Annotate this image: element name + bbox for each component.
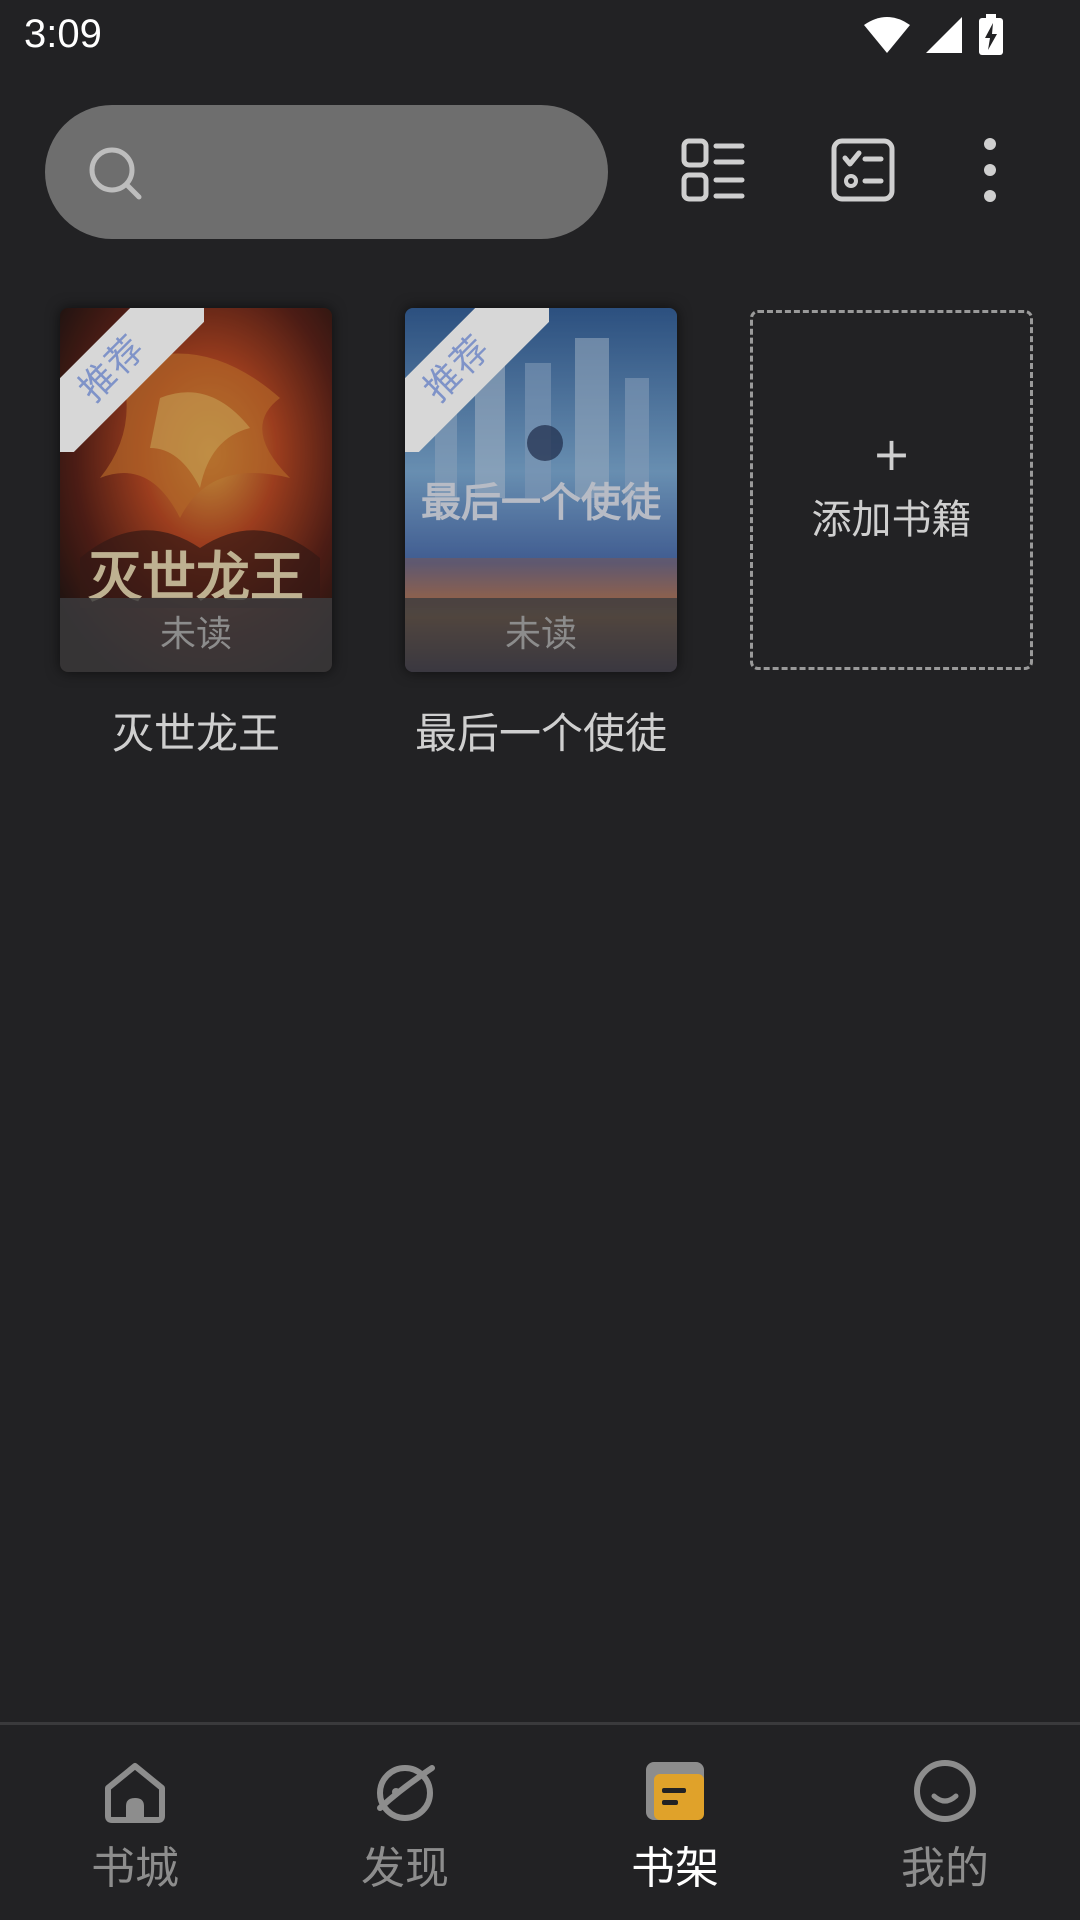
home-icon [105, 1763, 165, 1823]
checklist-icon[interactable] [831, 138, 895, 202]
read-status: 未读 [405, 598, 677, 672]
status-bar: 3:09 [0, 0, 1080, 72]
nav-item-bookstore[interactable]: 书城 [0, 1725, 270, 1920]
book-item[interactable]: 灭世龙王 推荐 未读 灭世龙王 [60, 308, 332, 761]
signal-icon [926, 17, 962, 53]
status-time: 3:09 [24, 12, 102, 56]
bookshelf-icon [646, 1762, 704, 1820]
nav-item-profile[interactable]: 我的 [810, 1725, 1080, 1920]
more-vertical-icon[interactable] [964, 138, 1016, 202]
nav-item-discover[interactable]: 发现 [270, 1725, 540, 1920]
recommend-ribbon: 推荐 [60, 308, 204, 452]
status-icons [864, 14, 1004, 56]
nav-label: 我的 [901, 1843, 989, 1894]
book-title[interactable]: 灭世龙王 [60, 700, 332, 761]
read-status: 未读 [60, 598, 332, 672]
book-title[interactable]: 最后一个使徒 [405, 700, 677, 761]
recommend-ribbon: 推荐 [405, 308, 549, 452]
battery-icon [979, 14, 1003, 55]
book-item[interactable]: 最后一个使徒 推荐 未读 最后一个使徒 [405, 308, 677, 761]
recommend-label: 推荐 [405, 308, 549, 452]
bookshelf-screen: 3:09 灭世龙王 推荐 未读 灭世龙王 最后一个使徒 推荐 未读 最后一个使徒… [0, 0, 1080, 1920]
book-cover[interactable]: 灭世龙王 推荐 未读 [60, 308, 332, 672]
wifi-icon [864, 17, 910, 53]
nav-label: 发现 [361, 1843, 449, 1894]
planet-icon [377, 1765, 435, 1821]
bottom-nav: 书城 发现 书架 我的 [0, 1722, 1080, 1920]
add-book-button[interactable]: + 添加书籍 [750, 310, 1033, 670]
plus-icon: + [872, 427, 911, 481]
nav-item-bookshelf[interactable]: 书架 [540, 1725, 810, 1920]
nav-label: 书城 [91, 1843, 179, 1894]
list-layout-icon[interactable] [681, 138, 745, 202]
search-bar[interactable] [45, 105, 608, 239]
book-cover[interactable]: 最后一个使徒 推荐 未读 [405, 308, 677, 672]
search-icon [89, 147, 142, 200]
add-book-label: 添加书籍 [811, 497, 972, 543]
recommend-label: 推荐 [60, 308, 204, 452]
nav-label: 书架 [631, 1843, 719, 1894]
profile-icon [914, 1760, 976, 1822]
